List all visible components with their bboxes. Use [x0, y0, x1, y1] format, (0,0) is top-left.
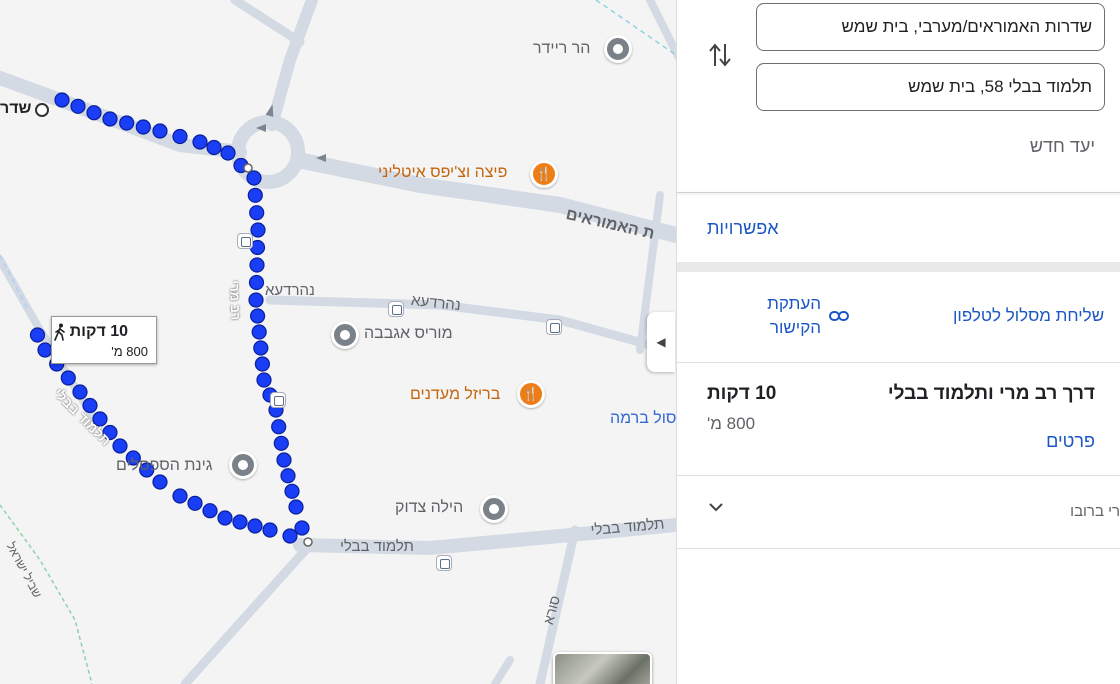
- chevron-left-icon: ◀: [656, 335, 666, 349]
- route-dot: [294, 520, 310, 536]
- poi-sapsalim[interactable]: גינת הספסלים: [116, 457, 213, 475]
- route-dot: [271, 419, 287, 435]
- route-dot: [282, 528, 298, 544]
- origin-input[interactable]: [757, 4, 1104, 50]
- route-dot: [248, 292, 264, 308]
- section-separator: [677, 262, 1120, 272]
- route-dot: [217, 510, 233, 526]
- route-dot: [249, 205, 265, 221]
- origin-field[interactable]: [756, 3, 1105, 51]
- satellite-layer-thumbnail[interactable]: [553, 652, 652, 684]
- route-dot: [60, 370, 76, 386]
- bus-stop-icon[interactable]: [270, 392, 286, 408]
- copy-link-label: העתקת הקישור: [767, 294, 821, 337]
- bus-stop-icon[interactable]: [546, 319, 562, 335]
- chevron-down-icon[interactable]: [707, 498, 725, 516]
- label-sderot-fragment: שדר: [0, 100, 32, 117]
- route-dot: [288, 499, 304, 515]
- route-dot: [251, 324, 267, 340]
- poi-har-reider[interactable]: הר ריידר: [533, 40, 590, 58]
- route-dot: [192, 134, 208, 150]
- route-dot: [172, 128, 188, 145]
- route-dot: [29, 327, 46, 343]
- options-button[interactable]: אפשרויות: [707, 218, 779, 239]
- street-nehardea-1: נהרדעא: [265, 282, 315, 299]
- route-dot: [280, 468, 296, 484]
- route-dot: [248, 274, 265, 291]
- route-dot: [187, 495, 203, 511]
- bus-stop-icon[interactable]: [436, 555, 452, 571]
- route-dot: [250, 308, 266, 324]
- destination-field[interactable]: [756, 63, 1105, 111]
- route-dot: [37, 342, 53, 358]
- route-duration: 10 דקות: [707, 383, 777, 404]
- link-icon: [829, 311, 849, 321]
- route-dot: [102, 111, 118, 127]
- collapse-panel-button[interactable]: ◀: [647, 312, 675, 372]
- street-rav-mari: רב מרי: [227, 280, 244, 321]
- route-dot: [273, 435, 289, 451]
- route-dot: [220, 145, 236, 161]
- copy-link-button[interactable]: העתקת הקישור: [739, 292, 849, 342]
- route-dot: [112, 438, 128, 454]
- route-dot: [250, 222, 266, 238]
- route-details-button[interactable]: פרטים: [1046, 431, 1095, 452]
- bus-stop-icon[interactable]: [237, 233, 253, 249]
- route-distance: 800 מ': [707, 414, 756, 433]
- restaurant-icon[interactable]: 🍴: [530, 160, 558, 188]
- route-dot: [276, 452, 292, 468]
- landmark-pin-icon[interactable]: [331, 321, 359, 349]
- tooltip-duration: 10 דקות: [69, 323, 128, 340]
- route-via: דרך רב מרי ותלמוד בבלי: [887, 383, 1095, 404]
- route-dot: [206, 139, 222, 156]
- street-talmud-bavli-1: תלמוד בבלי: [340, 538, 414, 555]
- route-dot: [152, 123, 168, 139]
- route-dot: [284, 483, 300, 499]
- tooltip-distance: 800 מ': [111, 344, 148, 359]
- swap-icon[interactable]: [707, 40, 733, 70]
- route-dot: [247, 187, 263, 203]
- directions-panel: יעד חדש אפשרויות שליחת מסלול לטלפון העתק…: [676, 0, 1120, 684]
- route-dot: [86, 105, 102, 121]
- restaurant-icon[interactable]: 🍴: [517, 380, 545, 408]
- route-step-fragment: רי ברובו: [1070, 503, 1120, 520]
- route-dot: [249, 257, 265, 273]
- route-dot: [232, 514, 248, 530]
- poi-pizza[interactable]: פיצה וצ'יפס איטליני: [378, 164, 507, 182]
- route-dot: [152, 474, 168, 490]
- bus-stop-icon[interactable]: [388, 301, 404, 317]
- poi-hila[interactable]: הילה צדוק: [395, 499, 463, 517]
- route-dot: [262, 522, 278, 538]
- landmark-pin-icon[interactable]: [604, 35, 632, 63]
- route-dot: [54, 92, 70, 108]
- route-dot: [72, 384, 88, 400]
- landmark-pin-icon[interactable]: [480, 495, 508, 523]
- send-to-phone-button[interactable]: שליחת מסלול לטלפון: [953, 306, 1104, 326]
- route-tooltip[interactable]: 10 דקות 800 מ': [51, 316, 157, 364]
- route-dot: [256, 372, 272, 388]
- route-dot: [247, 518, 263, 534]
- map-area[interactable]: שדר הר ריידר 🍴 פיצה וצ'יפס איטליני ת האמ…: [0, 0, 676, 684]
- poi-brizel[interactable]: בריזל מעדנים: [410, 386, 500, 404]
- route-dot: [172, 488, 188, 504]
- poi-bar-rama[interactable]: סול ברמה: [610, 410, 676, 428]
- destination-marker-icon: [35, 103, 49, 117]
- add-destination-button[interactable]: יעד חדש: [1030, 136, 1095, 157]
- route-dot: [254, 356, 270, 372]
- poi-maurice[interactable]: מוריס אגבבה: [364, 325, 453, 343]
- route-dot: [70, 98, 86, 114]
- route-dot: [135, 119, 151, 135]
- route-dot: [202, 503, 218, 519]
- destination-input[interactable]: [757, 64, 1104, 110]
- route-dot: [246, 170, 262, 186]
- route-dot: [119, 115, 135, 131]
- route-dot: [253, 340, 269, 356]
- landmark-pin-icon[interactable]: [229, 451, 257, 479]
- walking-icon: [54, 323, 65, 341]
